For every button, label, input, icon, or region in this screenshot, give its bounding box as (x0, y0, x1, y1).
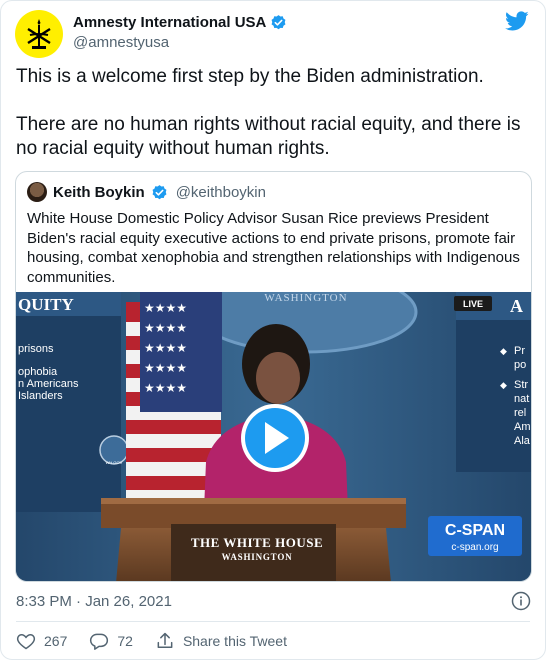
heart-icon (16, 633, 36, 650)
cspan-url-text: c-span.org (451, 542, 498, 553)
video-frame: WASHINGTON QUITY prisons ophobia n Ameri… (16, 292, 531, 581)
left-panel-item: Islanders (18, 390, 63, 402)
right-panel-item: Str (514, 379, 528, 391)
svg-text:★★★★: ★★★★ (144, 321, 187, 335)
cspan-logo-text: C-SPAN (445, 522, 505, 539)
embedded-tweet: Amnesty International USA @amnestyusa Th… (0, 0, 546, 660)
seal-label: WH.GOV (106, 460, 123, 465)
live-badge: LIVE (463, 299, 483, 309)
left-panel-item: n Americans (18, 378, 79, 390)
author-name[interactable]: Amnesty International USA (73, 14, 266, 31)
tweet-text: This is a welcome first step by the Bide… (16, 65, 532, 161)
quoted-text: White House Domestic Policy Advisor Susa… (27, 210, 520, 286)
quoted-author-handle: @keithboykin (175, 183, 266, 201)
action-bar: 267 72 Share this Tweet (16, 631, 309, 651)
left-panel-item: prisons (18, 343, 54, 355)
author-avatar[interactable] (15, 10, 63, 58)
play-button[interactable] (241, 404, 309, 472)
twitter-bird-icon[interactable] (505, 9, 529, 33)
podium-subtitle: WASHINGTON (222, 552, 293, 562)
tweet-timestamp[interactable]: 8:33 PM · Jan 26, 2021 (16, 593, 172, 610)
quoted-author-name: Keith Boykin (53, 183, 145, 201)
podium: THE WHITE HOUSE WASHINGTON (101, 498, 406, 581)
right-panel-item: nat (514, 393, 529, 405)
left-panel-title: QUITY (18, 295, 74, 314)
podium-title: THE WHITE HOUSE (191, 535, 323, 550)
share-label: Share this Tweet (182, 633, 287, 649)
right-panel-item: Pr (514, 345, 525, 357)
reply-button[interactable]: 72 (89, 631, 133, 651)
video-player[interactable]: WASHINGTON QUITY prisons ophobia n Ameri… (16, 292, 531, 581)
like-count: 267 (44, 633, 68, 649)
right-panel-item: Am (514, 421, 531, 433)
reply-icon (90, 633, 109, 650)
quoted-header: Keith Boykin @keithboykin (27, 182, 266, 202)
svg-text:◆: ◆ (500, 347, 507, 357)
svg-text:◆: ◆ (500, 381, 507, 391)
right-panel-item: rel (514, 407, 526, 419)
svg-text:★★★★: ★★★★ (144, 341, 187, 355)
right-panel-title: A (510, 296, 523, 316)
share-button[interactable]: Share this Tweet (155, 631, 287, 651)
svg-text:★★★★: ★★★★ (144, 301, 187, 315)
cspan-watermark: C-SPAN c-span.org (428, 516, 522, 556)
reply-count: 72 (117, 633, 133, 649)
right-panel-item: Ala (514, 435, 531, 447)
verified-badge-icon (271, 15, 286, 30)
left-panel-item: ophobia (18, 366, 58, 378)
verified-badge-icon (152, 184, 167, 199)
share-icon (157, 632, 173, 648)
author-handle[interactable]: @amnestyusa (73, 34, 287, 51)
like-button[interactable]: 267 (16, 631, 67, 651)
author-block: Amnesty International USA @amnestyusa (73, 14, 287, 51)
tweet-line-2: There are no human rights without racial… (16, 114, 521, 159)
backdrop-sign-text: WASHINGTON (264, 292, 347, 304)
svg-text:★★★★: ★★★★ (144, 381, 187, 395)
tweet-line-1: This is a welcome first step by the Bide… (16, 66, 484, 87)
amnesty-candle-logo (27, 19, 51, 49)
quoted-tweet[interactable]: Keith Boykin @keithboykin White House Do… (15, 171, 532, 582)
info-icon[interactable] (511, 591, 531, 611)
divider (16, 621, 530, 622)
right-panel-item: po (514, 359, 526, 371)
svg-text:★★★★: ★★★★ (144, 361, 187, 375)
quoted-avatar (27, 182, 47, 202)
